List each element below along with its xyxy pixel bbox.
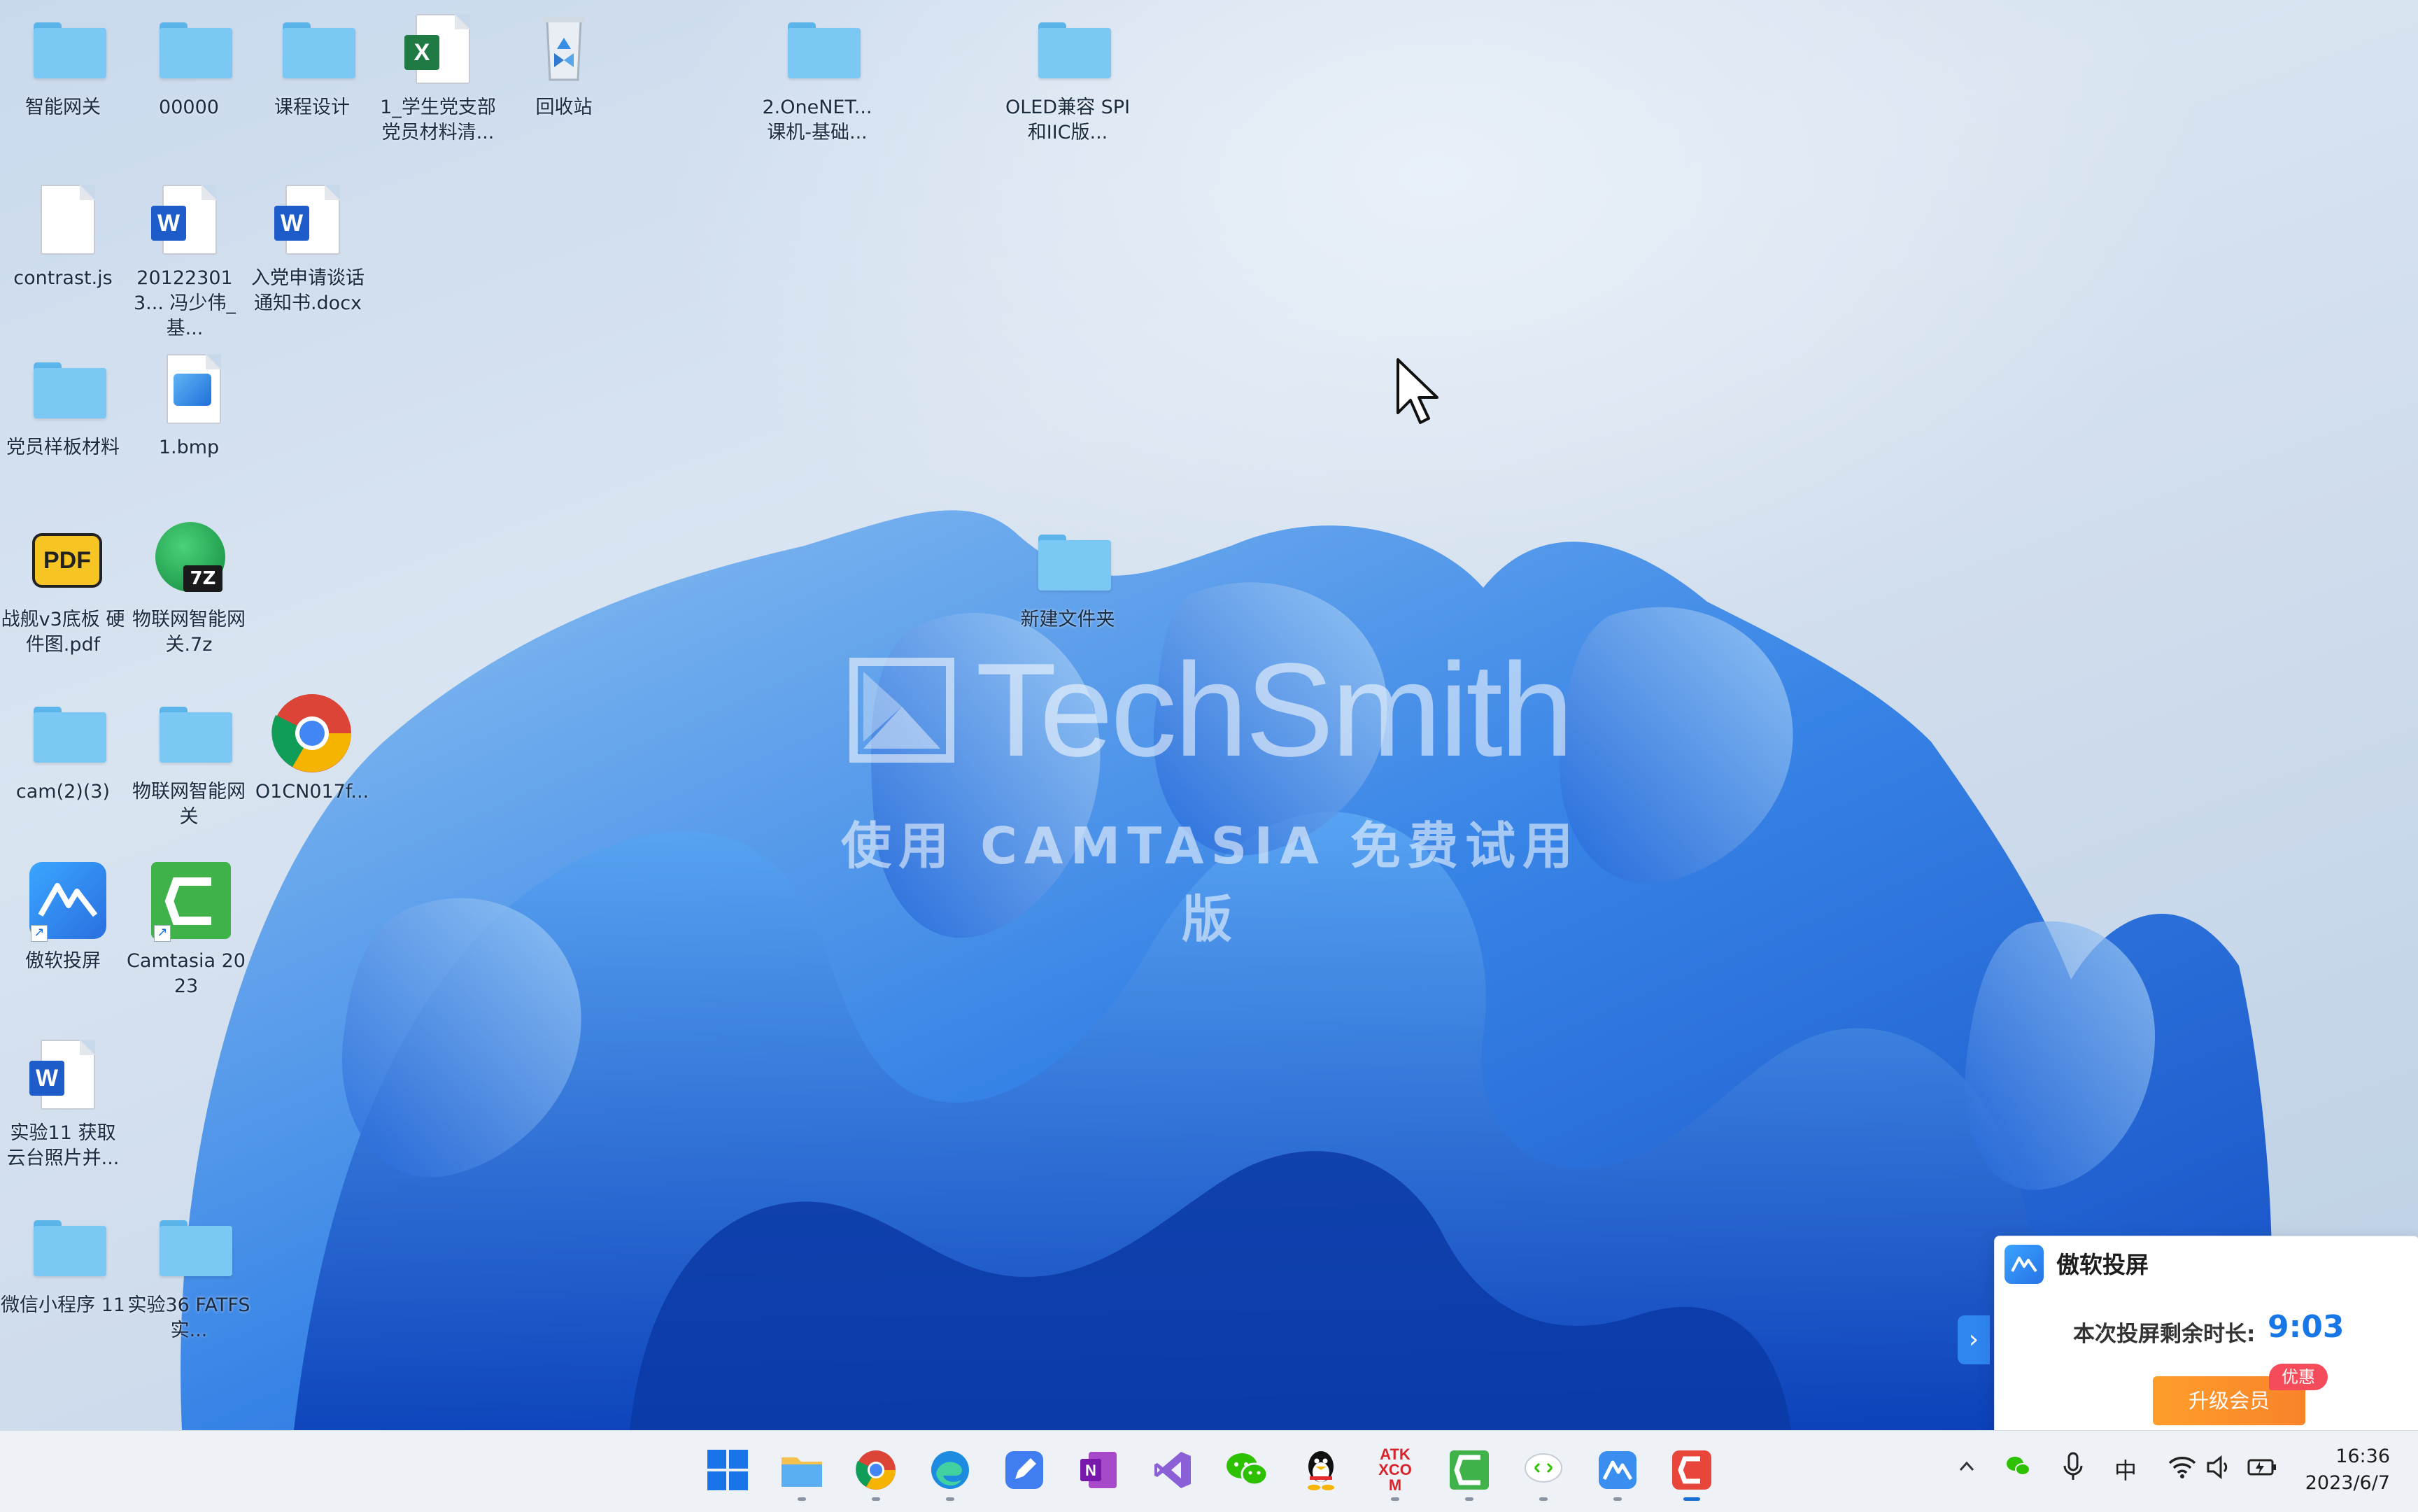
desktop-icon-word[interactable]: W 实验11 获取 云台照片并... xyxy=(0,1033,126,1171)
taskbar-edge[interactable] xyxy=(925,1445,975,1501)
folder-icon xyxy=(21,347,106,431)
folder-icon xyxy=(147,691,232,775)
desktop-icon-word[interactable]: W 201223013... 冯少伟_基... xyxy=(122,178,248,341)
folder-icon xyxy=(21,7,106,91)
remaining-time-label: 本次投屏剩余时长: xyxy=(2073,1322,2256,1347)
recycle-bin-icon xyxy=(522,7,606,91)
desktop-icon-folder[interactable]: 物联网智能网 关 xyxy=(126,691,252,830)
folder-icon xyxy=(1026,7,1111,91)
apowermirror-popup: 傲软投屏 本次投屏剩余时长: 9:03 升级会员 优惠 xyxy=(1994,1236,2418,1444)
svg-text:N: N xyxy=(1085,1462,1096,1479)
volume-icon[interactable] xyxy=(2205,1455,2233,1485)
desktop-icon-image[interactable]: 1.bmp xyxy=(126,347,252,460)
pen-icon xyxy=(1005,1451,1043,1489)
taskbar-wechat-devtools[interactable] xyxy=(1518,1445,1569,1501)
promo-badge: 优惠 xyxy=(2269,1364,2328,1390)
chrome-icon xyxy=(856,1450,896,1490)
desktop-icon-recycle-bin[interactable]: 回收站 xyxy=(501,7,627,120)
windows-logo-icon xyxy=(707,1450,748,1490)
popup-title: 傲软投屏 xyxy=(2056,1251,2149,1278)
apowermirror-icon xyxy=(1599,1451,1636,1489)
desktop-icon-folder[interactable]: 党员样板材料 xyxy=(0,347,126,460)
folder-icon xyxy=(147,7,232,91)
taskbar-clock[interactable]: 16:36 2023/6/7 xyxy=(2305,1443,2390,1497)
apowermirror-logo-icon xyxy=(2005,1245,2044,1284)
ime-indicator[interactable]: 中 xyxy=(2114,1453,2137,1485)
taskbar-chrome[interactable] xyxy=(851,1445,901,1501)
desktop-icon-folder[interactable]: 新建文件夹 xyxy=(1005,519,1131,633)
taskbar-file-explorer[interactable] xyxy=(777,1445,827,1501)
start-button[interactable] xyxy=(702,1445,753,1495)
popup-expand-tab[interactable]: › xyxy=(1958,1315,1990,1364)
tray-overflow-chevron-icon[interactable] xyxy=(1955,1455,1979,1484)
desktop-icon-camtasia[interactable]: ↗ Camtasia 2023 xyxy=(123,861,249,999)
wechat-icon xyxy=(1226,1453,1268,1486)
taskbar-notes[interactable] xyxy=(999,1445,1049,1495)
taskbar-visual-studio[interactable] xyxy=(1147,1445,1198,1495)
clock-time: 16:36 xyxy=(2335,1446,2390,1467)
image-file-icon xyxy=(147,347,231,431)
wechat-devtools-icon xyxy=(1525,1453,1562,1483)
remaining-time-value: 9:03 xyxy=(2268,1309,2345,1345)
desktop-icon-folder[interactable]: 实验36 FATFS实... xyxy=(126,1205,252,1343)
desktop-icon-file[interactable]: contrast.js xyxy=(0,178,126,291)
camtasia-icon xyxy=(1450,1450,1489,1490)
excel-file-icon: X xyxy=(396,7,480,91)
desktop-icon-folder[interactable]: 课程设计 xyxy=(249,7,375,120)
folder-icon xyxy=(21,691,106,775)
taskbar-apowermirror[interactable] xyxy=(1592,1445,1643,1501)
taskbar-camtasia[interactable] xyxy=(1444,1445,1494,1501)
taskbar-camtasia-recorder[interactable] xyxy=(1667,1445,1717,1501)
folder-icon xyxy=(270,7,355,91)
file-icon xyxy=(21,178,105,262)
folder-icon xyxy=(21,1205,106,1289)
mouse-cursor-icon xyxy=(1397,358,1438,424)
word-file-icon: W xyxy=(21,1033,105,1117)
desktop: TechSmith 使用 CAMTASIA 免费试用版 智能网关 00000 课… xyxy=(0,0,2418,1430)
desktop-icon-folder[interactable]: 2.OneNET... 课机-基础... xyxy=(754,7,880,146)
tray-wechat-icon[interactable] xyxy=(2005,1455,2030,1484)
atk-xcom-icon: ATK XCOM xyxy=(1378,1446,1412,1494)
desktop-icon-word[interactable]: W 入党申请谈话 通知书.docx xyxy=(245,178,371,316)
chrome-icon xyxy=(270,691,354,775)
desktop-icon-folder[interactable]: cam(2)(3) xyxy=(0,691,126,805)
recorder-icon xyxy=(1672,1450,1711,1490)
taskbar-onenote[interactable]: N xyxy=(1073,1445,1124,1495)
onenote-icon: N xyxy=(1080,1452,1117,1488)
desktop-icon-folder[interactable]: 00000 xyxy=(126,7,252,120)
qq-penguin-icon xyxy=(1308,1451,1334,1490)
microphone-icon[interactable] xyxy=(2063,1452,2084,1487)
taskbar-qq[interactable] xyxy=(1296,1445,1346,1495)
edge-icon xyxy=(931,1451,969,1489)
taskbar: N ATK XCOM 中 16:36 2023/6/7 xyxy=(0,1430,2418,1512)
folder-icon xyxy=(147,1205,232,1289)
desktop-icon-folder[interactable]: 智能网关 xyxy=(0,7,126,120)
desktop-icon-pdf[interactable]: PDF 战舰v3底板 硬件图.pdf xyxy=(0,519,126,658)
taskbar-atk-xcom[interactable]: ATK XCOM xyxy=(1370,1445,1420,1501)
desktop-icon-excel[interactable]: X 1_学生党支部 党员材料清... xyxy=(375,7,501,146)
battery-icon[interactable] xyxy=(2247,1456,2278,1484)
desktop-icon-apowermirror[interactable]: ↗ 傲软投屏 xyxy=(0,861,126,974)
folder-icon xyxy=(782,1457,822,1487)
desktop-icon-folder[interactable]: OLED兼容 SPI和IIC版... xyxy=(1005,7,1131,146)
7z-archive-icon: 7Z xyxy=(147,519,231,603)
taskbar-wechat[interactable] xyxy=(1222,1445,1272,1495)
desktop-icon-folder[interactable]: 微信小程序 11 xyxy=(0,1205,126,1318)
wifi-icon[interactable] xyxy=(2168,1455,2197,1485)
desktop-icon-chrome[interactable]: O1CN017f... xyxy=(249,691,375,805)
folder-icon xyxy=(775,7,861,91)
camtasia-icon: ↗ xyxy=(144,861,231,945)
clock-date: 2023/6/7 xyxy=(2305,1472,2390,1494)
pdf-file-icon: PDF xyxy=(21,519,105,603)
visual-studio-icon xyxy=(1154,1452,1191,1488)
word-file-icon: W xyxy=(143,178,227,262)
word-file-icon: W xyxy=(266,178,350,262)
desktop-icon-7z[interactable]: 7Z 物联网智能网 关.7z xyxy=(126,519,252,658)
apowermirror-icon: ↗ xyxy=(21,861,106,945)
folder-icon xyxy=(1026,519,1111,603)
